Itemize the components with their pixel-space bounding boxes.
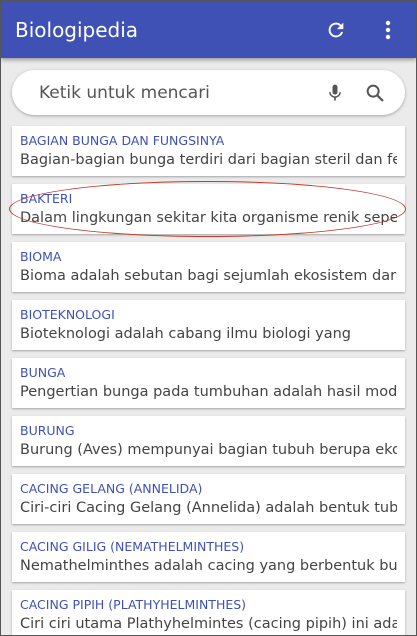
item-description: Dalam lingkungan sekitar kita organisme … xyxy=(20,210,397,226)
item-description: Bagian-bagian bunga terdiri dari bagian … xyxy=(20,152,397,168)
search-bar xyxy=(12,70,405,115)
list-item[interactable]: BIOTEKNOLOGI Bioteknologi adalah cabang … xyxy=(12,300,405,350)
item-description: Bioma adalah sebutan bagi sejumlah ekosi… xyxy=(20,268,397,284)
search-icon xyxy=(366,84,384,101)
item-description: Pengertian bunga pada tumbuhan adalah ha… xyxy=(20,384,397,400)
item-title: BURUNG xyxy=(20,423,75,438)
list-item[interactable]: CACING PIPIH (PLATHYHELMINTHES) Ciri cir… xyxy=(12,590,405,635)
item-title: BUNGA xyxy=(20,365,66,380)
list-item[interactable]: CACING GILIG (NEMATHELMINTHES) Nemathelm… xyxy=(12,532,405,582)
item-title: BIOTEKNOLOGI xyxy=(20,307,115,322)
app-title: Biologipedia xyxy=(15,17,139,42)
list-item[interactable]: BUNGA Pengertian bunga pada tumbuhan ada… xyxy=(12,358,405,408)
item-description: Bioteknologi adalah cabang ilmu biologi … xyxy=(20,326,351,342)
item-description: Burung (Aves) mempunyai bagian tubuh ber… xyxy=(20,442,397,458)
item-title: CACING GELANG (ANNELIDA) xyxy=(20,481,203,496)
app-frame: Biologipedia Ketik untuk mencari BAGIAN … xyxy=(0,0,417,636)
more-options-button[interactable] xyxy=(368,10,408,50)
list-item[interactable]: BAGIAN BUNGA DAN FUNGSINYA Bagian-bagian… xyxy=(12,126,405,176)
app-bar: Biologipedia xyxy=(1,1,416,58)
list-item[interactable]: BAKTERI Dalam lingkungan sekitar kita or… xyxy=(12,184,405,234)
list-item[interactable]: BIOMA Bioma adalah sebutan bagi sejumlah… xyxy=(12,242,405,292)
item-description: Nemathelminthes adalah cacing yang berbe… xyxy=(20,558,397,574)
item-title: BAKTERI xyxy=(20,191,73,206)
refresh-icon xyxy=(328,22,344,37)
refresh-button[interactable] xyxy=(316,10,356,50)
item-description: Ciri ciri utama Plathyhelmintes (cacing … xyxy=(20,616,397,632)
item-description: Ciri-ciri Cacing Gelang (Annelida) adala… xyxy=(20,500,397,516)
list-item[interactable]: CACING GELANG (ANNELIDA) Ciri-ciri Cacin… xyxy=(12,474,405,524)
article-list: BAGIAN BUNGA DAN FUNGSINYA Bagian-bagian… xyxy=(1,126,416,635)
voice-search-button[interactable] xyxy=(317,73,353,113)
item-title: CACING GILIG (NEMATHELMINTHES) xyxy=(20,539,245,554)
list-item[interactable]: BURUNG Burung (Aves) mempunyai bagian tu… xyxy=(12,416,405,466)
search-button[interactable] xyxy=(357,73,393,113)
item-title: BIOMA xyxy=(20,249,62,264)
more-vert-icon xyxy=(385,20,391,39)
item-title: CACING PIPIH (PLATHYHELMINTHES) xyxy=(20,597,247,612)
search-input[interactable] xyxy=(37,81,317,104)
item-title: BAGIAN BUNGA DAN FUNGSINYA xyxy=(20,133,225,148)
mic-icon xyxy=(329,84,341,100)
